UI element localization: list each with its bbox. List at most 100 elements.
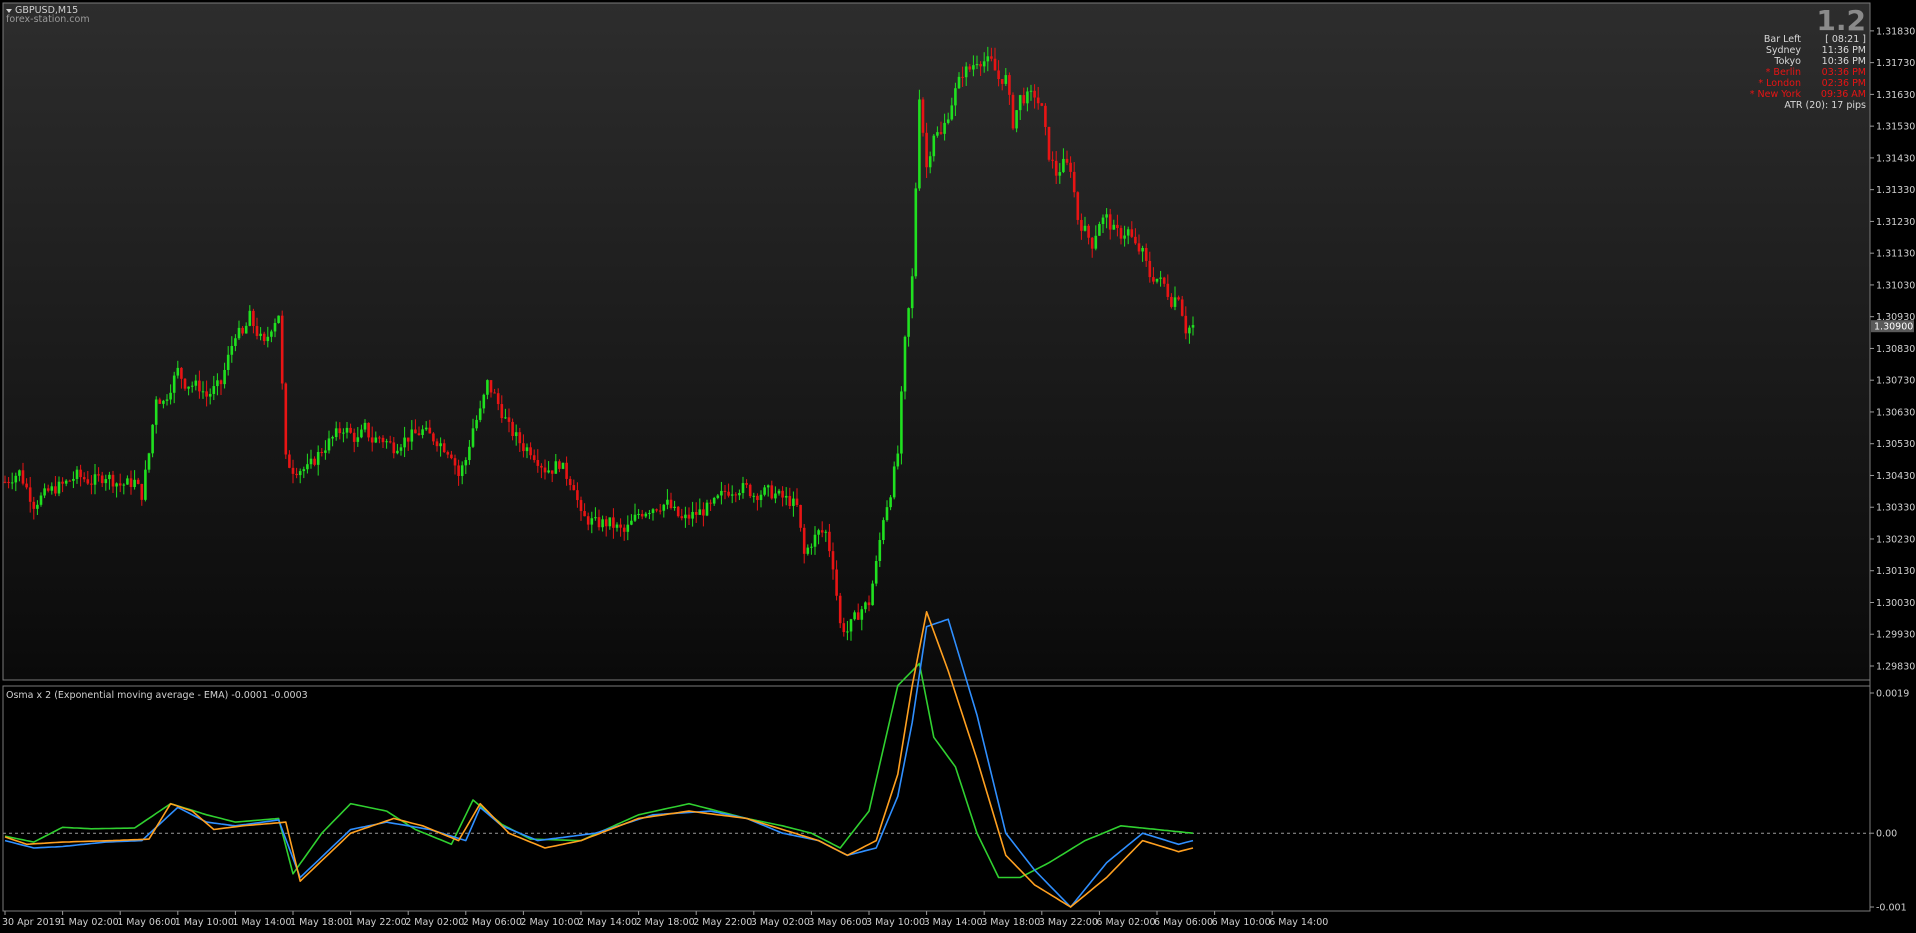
candle-body: [684, 514, 687, 519]
chart-window: GBPUSD,M15 forex-station.com 1.2 Bar Lef…: [0, 0, 1916, 933]
price-tick-label: 1.30430: [1876, 471, 1915, 482]
candle-body: [36, 504, 39, 509]
candle-body: [1148, 260, 1152, 278]
candle-body: [378, 437, 381, 439]
info-row-value: 03:36 PM: [1822, 67, 1866, 78]
candle-body: [622, 527, 626, 532]
candle-body: [216, 380, 219, 387]
candle-body: [352, 432, 356, 442]
candle-body: [360, 429, 363, 438]
candle-body: [39, 495, 43, 505]
candle-body: [954, 88, 957, 106]
candle-body: [547, 470, 550, 473]
candle-body: [802, 527, 806, 554]
candle-body: [450, 454, 453, 459]
candle-body: [687, 514, 691, 519]
candle-body: [1184, 315, 1188, 334]
candle-body: [709, 502, 712, 504]
candle-body: [75, 469, 79, 479]
info-row-label: Sydney: [1766, 45, 1802, 56]
candle-body: [532, 455, 536, 461]
candle-body: [111, 474, 115, 487]
candle-body: [399, 447, 403, 451]
indicator-label: Osma x 2 (Exponential moving average - E…: [6, 690, 308, 701]
candle-body: [986, 56, 990, 62]
candle-body: [475, 419, 478, 429]
candle-body: [133, 479, 136, 487]
candle-body: [1144, 247, 1148, 261]
candle-body: [1076, 192, 1080, 220]
candle-body: [7, 481, 10, 483]
candle-body: [1134, 236, 1137, 244]
candle-body: [1094, 235, 1098, 249]
candle-body: [1180, 299, 1184, 316]
candle-body: [79, 469, 82, 478]
candle-body: [493, 392, 496, 394]
indicator-pane[interactable]: [2, 685, 1871, 912]
candle-body: [457, 465, 460, 476]
info-row-value: 11:36 PM: [1822, 45, 1866, 56]
candle-body: [277, 315, 280, 324]
time-tick-label: 3 May 02:00: [751, 917, 810, 928]
candle-body: [1083, 225, 1087, 231]
candle-body: [57, 481, 61, 494]
time-tick-label: 3 May 06:00: [808, 917, 867, 928]
time-tick-label: 2 May 06:00: [463, 917, 522, 928]
candle-body: [784, 495, 788, 498]
price-tick-label: 1.30330: [1876, 503, 1915, 514]
candle-body: [320, 451, 324, 453]
price-tick-label: 1.31230: [1876, 217, 1915, 228]
candle-body: [97, 474, 100, 476]
candle-body: [1033, 90, 1036, 98]
candle-body: [169, 392, 172, 400]
candle-body: [525, 447, 529, 452]
candle-body: [241, 327, 244, 334]
candle-body: [187, 386, 190, 389]
price-tick-label: 1.30530: [1876, 439, 1915, 450]
price-tick-label: 1.31630: [1876, 90, 1915, 101]
candle-body: [504, 417, 507, 419]
time-tick-label: 3 May 18:00: [981, 917, 1040, 928]
candle-body: [288, 454, 291, 468]
candle-body: [482, 394, 486, 409]
candle-body: [597, 517, 601, 528]
price-tick-label: 1.31030: [1876, 280, 1915, 291]
candle-body: [874, 560, 878, 584]
candle-body: [1152, 277, 1155, 282]
info-row-value: 02:36 PM: [1822, 78, 1866, 89]
candle-body: [702, 509, 705, 516]
candle-body: [302, 469, 306, 472]
osc-tick-label: -0.001: [1876, 903, 1907, 914]
candle-body: [86, 479, 90, 484]
candle-body: [194, 380, 198, 386]
candle-body: [1191, 325, 1195, 328]
candle-body: [158, 399, 162, 404]
candle-body: [223, 369, 226, 385]
candle-body: [558, 461, 561, 469]
candle-body: [1108, 214, 1112, 230]
candle-body: [1000, 79, 1004, 84]
candle-body: [511, 421, 514, 437]
candle-body: [795, 498, 799, 505]
candle-body: [280, 315, 284, 384]
candle-body: [1029, 90, 1033, 92]
candle-body: [900, 391, 903, 454]
price-tick-label: 1.30730: [1876, 376, 1915, 387]
candle-body: [957, 76, 961, 89]
candle-body: [428, 427, 432, 434]
price-tick-label: 1.31130: [1876, 249, 1915, 260]
candle-body: [100, 475, 104, 484]
time-tick-label: 2 May 22:00: [693, 917, 752, 928]
candle-body: [1004, 75, 1008, 84]
candle-body: [28, 487, 32, 502]
candle-body: [72, 478, 75, 481]
candle-body: [1166, 283, 1170, 297]
candle-body: [694, 511, 698, 515]
candle-body: [385, 441, 388, 443]
candle-body: [748, 484, 752, 497]
candle-body: [298, 471, 302, 476]
time-axis: 30 Apr 20191 May 02:001 May 06:001 May 1…: [2, 911, 1328, 928]
candle-body: [766, 485, 770, 488]
candle-body: [856, 612, 860, 620]
candle-body: [932, 135, 936, 157]
